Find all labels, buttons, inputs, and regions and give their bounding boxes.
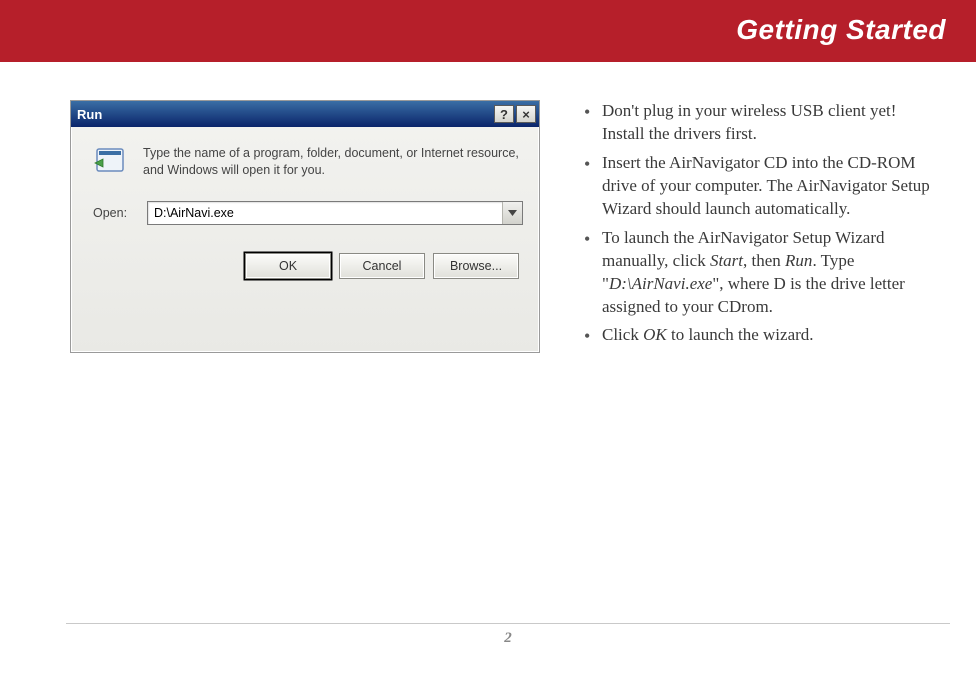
close-icon: × bbox=[522, 108, 530, 121]
chevron-down-icon bbox=[508, 210, 517, 216]
open-row: Open: bbox=[87, 201, 523, 225]
content-area: Run ? × Type the name of a program, fold… bbox=[0, 62, 976, 353]
dialog-body: Type the name of a program, folder, docu… bbox=[71, 127, 539, 303]
page-title: Getting Started bbox=[736, 14, 946, 46]
dropdown-arrow-button[interactable] bbox=[502, 202, 522, 224]
instructions: Don't plug in your wireless USB client y… bbox=[580, 100, 946, 353]
run-program-icon bbox=[93, 145, 129, 177]
run-dialog: Run ? × Type the name of a program, fold… bbox=[70, 100, 540, 353]
list-item: To launch the AirNavigator Setup Wizard … bbox=[580, 227, 936, 319]
page-number: 2 bbox=[66, 630, 950, 647]
dialog-title: Run bbox=[77, 107, 492, 122]
titlebar: Run ? × bbox=[71, 101, 539, 127]
open-combobox[interactable] bbox=[147, 201, 523, 225]
help-button[interactable]: ? bbox=[494, 105, 514, 123]
open-label: Open: bbox=[93, 206, 133, 220]
button-row: OK Cancel Browse... bbox=[87, 253, 523, 295]
footer: 2 bbox=[66, 623, 950, 647]
list-item: Click OK to launch the wizard. bbox=[580, 324, 936, 347]
cancel-button[interactable]: Cancel bbox=[339, 253, 425, 279]
dialog-description: Type the name of a program, folder, docu… bbox=[143, 145, 523, 179]
footer-rule bbox=[66, 623, 950, 624]
ok-button[interactable]: OK bbox=[245, 253, 331, 279]
open-input[interactable] bbox=[148, 202, 502, 224]
list-item: Don't plug in your wireless USB client y… bbox=[580, 100, 936, 146]
close-button[interactable]: × bbox=[516, 105, 536, 123]
description-row: Type the name of a program, folder, docu… bbox=[87, 145, 523, 179]
list-item: Insert the AirNavigator CD into the CD-R… bbox=[580, 152, 936, 221]
header-band: Getting Started bbox=[0, 0, 976, 62]
help-icon: ? bbox=[500, 108, 508, 121]
browse-button[interactable]: Browse... bbox=[433, 253, 519, 279]
